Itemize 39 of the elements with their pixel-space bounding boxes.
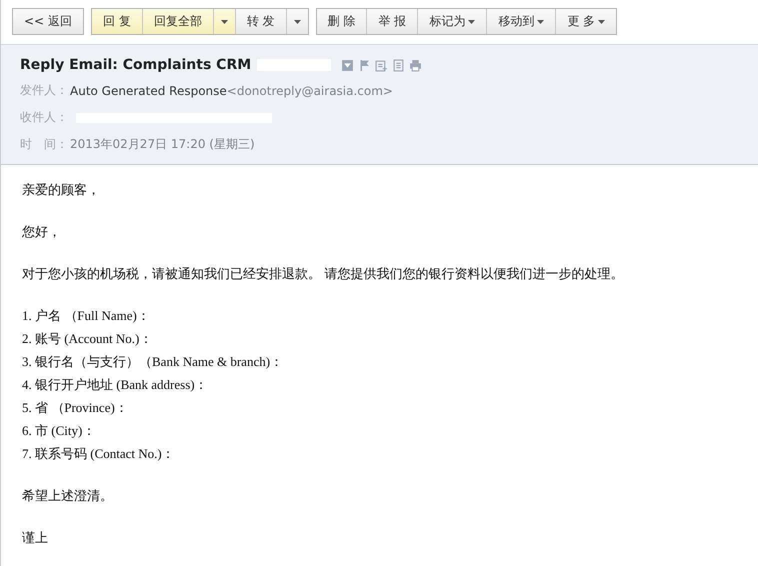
toolbar-button[interactable]: 删 除: [316, 9, 366, 34]
caret-icon: [220, 20, 228, 24]
field-label: 发件人：: [20, 82, 69, 99]
dropdown-icon[interactable]: [341, 58, 354, 72]
body-text: 对于您小孩的机场税，请被通知我们已经安排退款。 请您提供我们您的银行资料以便我们进一步的处理。: [22, 265, 624, 283]
body-text: 希望上述澄清。: [22, 487, 114, 505]
toolbar-button[interactable]: 更 多: [555, 9, 616, 34]
field-label: 时 间：: [20, 136, 69, 153]
dropdown-button[interactable]: [286, 9, 308, 34]
body-text: 5. 省 （Province)：: [22, 399, 129, 417]
body-text: 您好，: [22, 223, 62, 241]
toolbar-button[interactable]: 回复全部: [142, 9, 213, 34]
body-text: 1. 户名 （Full Name)：: [22, 307, 151, 325]
caret-icon: [537, 20, 544, 24]
date-value: 2013年02月27日 17:20 (星期三): [70, 136, 255, 153]
dropdown-button[interactable]: [212, 9, 235, 34]
caret-icon: [598, 20, 606, 24]
print-icon[interactable]: [409, 58, 422, 72]
toolbar-button[interactable]: 回 复: [92, 9, 142, 34]
toolbar-button[interactable]: 移动到: [486, 9, 556, 34]
body-text: 3. 银行名（与支行）（Bank Name & branch)：: [22, 353, 284, 371]
sender-address: <donotreply@airasia.com>: [226, 84, 393, 98]
document-icon[interactable]: [392, 58, 406, 72]
body-text: 7. 联系号码 (Contact No.)：: [22, 445, 176, 463]
mail-subject: Reply Email: Complaints CRM: [20, 57, 252, 73]
body-text: 2. 账号 (Account No.)：: [22, 330, 154, 348]
body-text: 亲爱的顾客，: [22, 181, 101, 199]
toolbar-button[interactable]: << 返回: [13, 9, 83, 34]
toolbar-button[interactable]: 标记为: [417, 9, 486, 34]
flag-icon[interactable]: [358, 58, 372, 72]
caret-icon: [468, 20, 476, 24]
toolbar-button[interactable]: 转 发: [234, 9, 286, 34]
toolbar-button[interactable]: 举 报: [366, 9, 418, 34]
sender-name: Auto Generated Response: [70, 84, 227, 98]
body-text: 6. 市 (City)：: [22, 422, 96, 440]
caret-icon: [294, 20, 301, 24]
body-text: 4. 银行开户地址 (Bank address)：: [22, 376, 209, 394]
body-text: 谨上: [22, 529, 49, 547]
field-label: 收件人：: [20, 109, 69, 126]
